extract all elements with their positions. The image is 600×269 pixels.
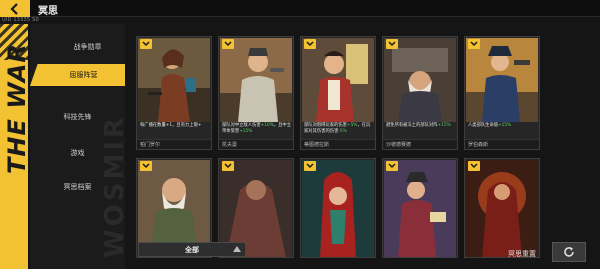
left-decor-strip: THE WAR xyxy=(0,24,28,269)
chevron-down-icon xyxy=(224,41,232,47)
meditation-card[interactable]: 人类部队生命值+15% 罗伯森斯 xyxy=(464,36,540,150)
portrait-image xyxy=(466,160,538,257)
menu-item-label: 游戏 xyxy=(70,149,85,157)
card-description: 避免所有被冻土的部队对阵+15% xyxy=(386,123,456,129)
menu-item-label: 冥思档案 xyxy=(63,183,92,191)
menu-item-label: 科技先锋 xyxy=(63,113,92,121)
card-description: 部队对阻碍玩家的伤害+5%，在玩家对其伤害的伤害-5% xyxy=(304,123,374,134)
portrait-image xyxy=(302,160,374,257)
meditation-card[interactable]: 每广播在数量+1，且有力上限+ 帕门罗尔 xyxy=(136,36,212,150)
card-art xyxy=(466,160,538,257)
desc-text: 每广播在数量+1，且有力上限+ xyxy=(140,123,202,128)
filter-label: 全部 xyxy=(185,245,199,254)
page-title: 冥思 xyxy=(38,6,58,17)
unlocked-badge xyxy=(468,39,480,49)
chevron-down-icon xyxy=(306,163,314,169)
back-arrow-icon xyxy=(10,2,18,15)
filter-dropdown[interactable]: 全部 xyxy=(138,242,246,257)
card-description: 每广播在数量+1，且有力上限+ xyxy=(140,123,210,129)
card-art xyxy=(384,38,456,122)
card-name: 罗伯森斯 xyxy=(468,142,489,148)
strip-text: THE WAR xyxy=(3,43,28,174)
chevron-down-icon xyxy=(470,163,478,169)
desc-highlight: +5% xyxy=(346,123,358,128)
card-name: 凯夫曼 xyxy=(222,142,238,148)
menu-item-war-medal[interactable]: 战争勋章 xyxy=(30,36,125,58)
card-name-bar: 凯夫曼 xyxy=(219,139,293,149)
watermark-text: WOSMIR xyxy=(100,114,130,258)
desc-highlight: +15% xyxy=(239,128,253,134)
desc-highlight: +15% xyxy=(498,123,512,128)
chevron-down-icon xyxy=(142,41,150,47)
unlocked-badge xyxy=(304,161,316,171)
card-art xyxy=(138,38,210,122)
card-art xyxy=(302,160,374,257)
chevron-down-icon xyxy=(388,163,396,169)
card-name: 蒂图德拉斯 xyxy=(304,142,330,148)
desc-text: 部队对阻碍玩家的伤害 xyxy=(304,123,347,128)
uid-label: UID 13335 S0 xyxy=(2,17,39,23)
desc-text: 部队对中立敌人伤害 xyxy=(222,123,261,128)
unlocked-badge xyxy=(468,161,480,171)
portrait-image xyxy=(466,38,538,122)
card-name-bar: 蒂图德拉斯 xyxy=(301,139,375,149)
card-art xyxy=(384,160,456,257)
unlocked-badge xyxy=(386,39,398,49)
refresh-icon xyxy=(564,247,574,257)
chevron-down-icon xyxy=(470,41,478,47)
meditation-card[interactable] xyxy=(300,158,376,258)
card-description: 人类部队生命值+15% xyxy=(468,123,538,129)
triangle-up-icon xyxy=(233,246,241,252)
desc-text: 避免所有被冻土的部队对阵 xyxy=(386,123,438,128)
chevron-down-icon xyxy=(142,163,150,169)
card-name: 沙彼德赛德 xyxy=(386,142,412,148)
unlocked-badge xyxy=(140,39,152,49)
card-name: 帕门罗尔 xyxy=(140,142,161,148)
meditation-card[interactable]: 部队对中立敌人伤害+10%，且中立单体受害+15% 凯夫曼 xyxy=(218,36,294,150)
top-bar: 冥思 xyxy=(0,0,600,17)
back-button[interactable] xyxy=(0,0,30,17)
reset-label: 冥思重置 xyxy=(508,250,536,258)
chevron-down-icon xyxy=(388,41,396,47)
menu-item-label: 屈服阵营 xyxy=(69,71,98,79)
card-name-bar: 帕门罗尔 xyxy=(137,139,211,149)
menu-item-label: 战争勋章 xyxy=(73,43,102,51)
card-name-bar: 罗伯森斯 xyxy=(465,139,539,149)
unlocked-badge xyxy=(304,39,316,49)
meditation-card[interactable]: 避免所有被冻土的部队对阵+15% 沙彼德赛德 xyxy=(382,36,458,150)
card-description: 部队对中立敌人伤害+10%，且中立单体受害+15% xyxy=(222,123,292,134)
desc-text: 人类部队生命值 xyxy=(468,123,499,128)
desc-highlight: +10% xyxy=(260,123,274,128)
card-art xyxy=(466,38,538,122)
portrait-image xyxy=(384,38,456,122)
meditation-card[interactable] xyxy=(382,158,458,258)
reset-button[interactable] xyxy=(552,242,586,262)
unlocked-badge xyxy=(386,161,398,171)
portrait-image xyxy=(302,38,374,122)
portrait-image xyxy=(220,38,292,122)
desc-highlight: +15% xyxy=(437,123,451,128)
unlocked-badge xyxy=(222,161,234,171)
chevron-down-icon xyxy=(224,163,232,169)
chevron-down-icon xyxy=(306,41,314,47)
card-art xyxy=(220,38,292,122)
desc-highlight: -5% xyxy=(338,128,347,134)
menu-item-faction[interactable]: 屈服阵营 xyxy=(30,64,125,86)
unlocked-badge xyxy=(222,39,234,49)
portrait-image xyxy=(138,38,210,122)
meditation-card[interactable] xyxy=(464,158,540,258)
card-art xyxy=(302,38,374,122)
portrait-image xyxy=(384,160,456,257)
meditation-card[interactable]: 部队对阻碍玩家的伤害+5%，在玩家对其伤害的伤害-5% 蒂图德拉斯 xyxy=(300,36,376,150)
card-name-bar: 沙彼德赛德 xyxy=(383,139,457,149)
unlocked-badge xyxy=(140,161,152,171)
